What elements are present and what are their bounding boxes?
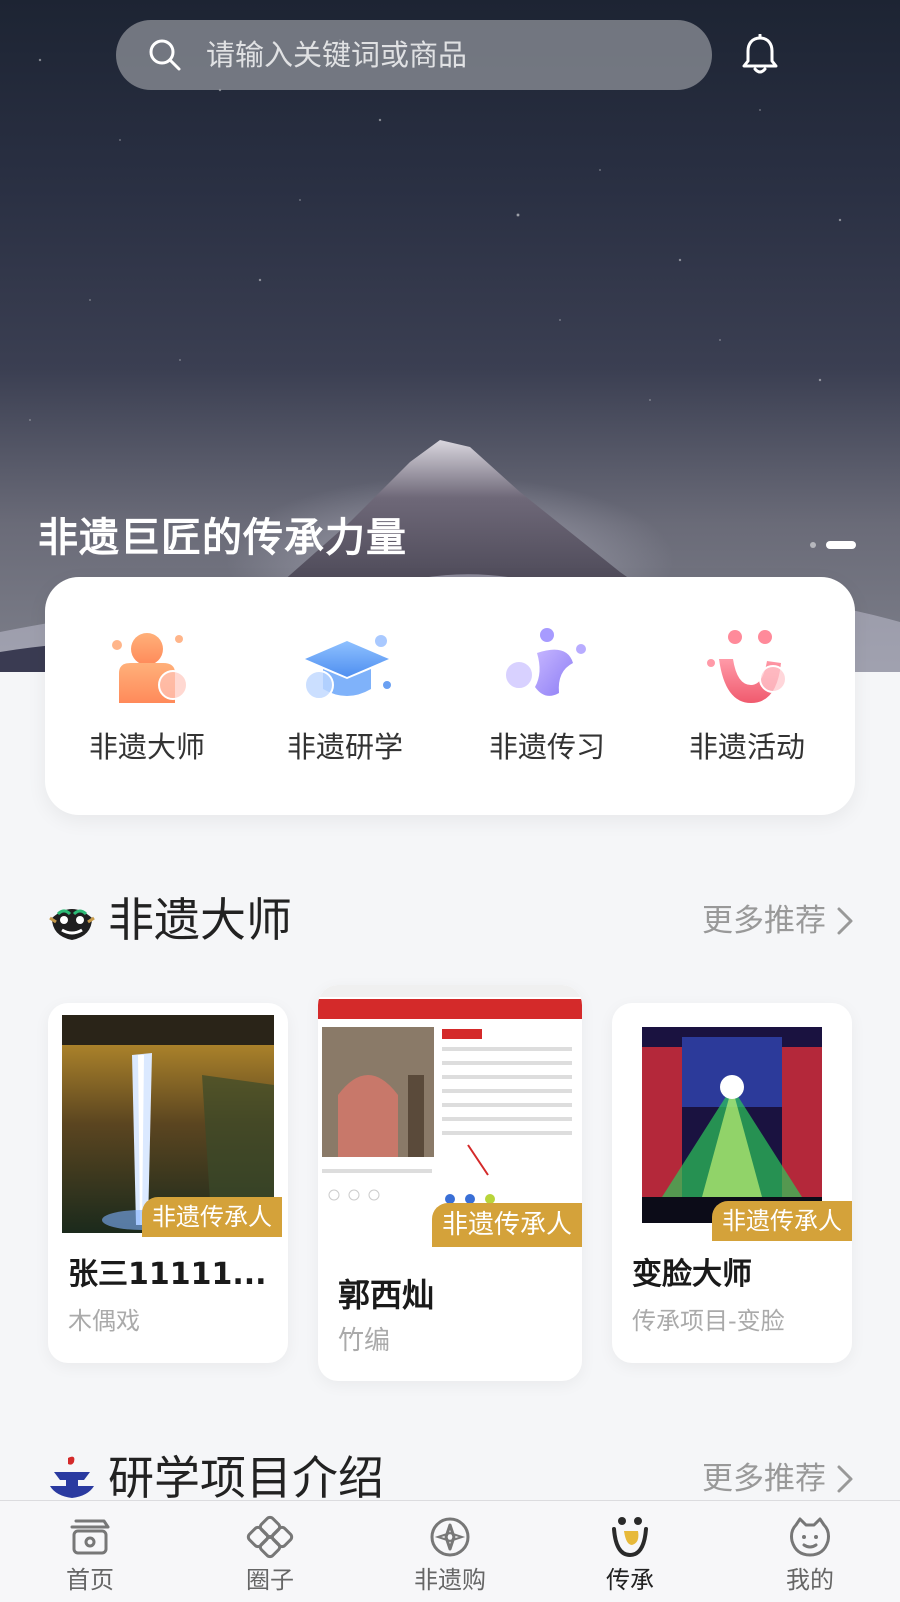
hero-title: 非遗巨匠的传承力量 <box>38 515 407 561</box>
master-card[interactable]: 非遗传承人 郭西灿 竹编 <box>318 985 582 1381</box>
more-link[interactable]: 更多推荐 <box>702 902 856 940</box>
tab-label: 我的 <box>786 1566 834 1594</box>
carousel-dot-active[interactable] <box>826 541 856 549</box>
profile-icon <box>790 1517 830 1557</box>
master-card[interactable]: 非遗传承人 张三11111... 木偶戏 <box>48 1003 288 1363</box>
quick-nav-label: 非遗传习 <box>488 730 605 764</box>
more-link[interactable]: 更多推荐 <box>702 1460 856 1498</box>
tab-label: 非遗购 <box>414 1566 486 1594</box>
activity-icon <box>707 630 787 703</box>
inheritor-badge: 非遗传承人 <box>431 1203 582 1247</box>
chevron-right-icon <box>837 1465 853 1493</box>
tab-shop[interactable]: 非遗购 <box>390 1515 510 1595</box>
tab-label: 圈子 <box>246 1566 294 1594</box>
bell-icon[interactable] <box>740 34 780 76</box>
masters-section-header: 非遗大师 更多推荐 <box>48 888 856 952</box>
search-icon <box>149 39 181 71</box>
quick-nav-practice[interactable]: 非遗传习 <box>457 623 637 783</box>
practice-icon <box>504 628 586 696</box>
mask-icon <box>49 909 95 940</box>
circle-knot-icon <box>246 1515 294 1559</box>
quick-nav-master[interactable]: 非遗大师 <box>57 623 237 783</box>
study-icon <box>50 1456 94 1498</box>
graduation-cap-icon <box>304 635 391 700</box>
master-project: 木偶戏 <box>68 1307 140 1335</box>
quick-nav-study[interactable]: 非遗研学 <box>255 623 435 783</box>
tab-inherit[interactable]: 传承 <box>570 1515 690 1595</box>
quick-nav-activity[interactable]: 非遗活动 <box>657 623 837 783</box>
section-title: 非遗大师 <box>108 893 292 947</box>
inheritor-badge: 非遗传承人 <box>712 1201 852 1241</box>
master-project: 竹编 <box>338 1326 391 1356</box>
search-input[interactable]: 请输入关键词或商品 <box>206 38 467 72</box>
bottom-tab-bar: 首页 圈子 非遗购 传承 我的 <box>0 1500 900 1602</box>
tab-home[interactable]: 首页 <box>30 1515 150 1595</box>
tab-circle[interactable]: 圈子 <box>210 1515 330 1595</box>
master-photo <box>642 1027 822 1223</box>
search-bar[interactable]: 请输入关键词或商品 <box>116 20 712 90</box>
tab-profile[interactable]: 我的 <box>750 1515 870 1595</box>
tab-label: 传承 <box>606 1566 654 1594</box>
more-label: 更多推荐 <box>702 903 826 939</box>
stage-image <box>642 1027 822 1223</box>
inheritor-badge: 非遗传承人 <box>142 1197 282 1237</box>
quick-nav-label: 非遗研学 <box>286 730 403 764</box>
master-icon <box>112 633 188 703</box>
carousel-dot[interactable] <box>810 542 816 548</box>
master-name: 郭西灿 <box>338 1276 435 1314</box>
master-project: 传承项目-变脸 <box>632 1307 785 1335</box>
carousel-indicator <box>810 541 856 549</box>
home-icon <box>70 1519 110 1555</box>
more-label: 更多推荐 <box>702 1461 826 1497</box>
hero-banner[interactable]: 请输入关键词或商品 非遗巨匠的传承力量 <box>0 0 900 672</box>
master-card[interactable]: 非遗传承人 变脸大师 传承项目-变脸 <box>612 1003 852 1363</box>
quick-nav-label: 非遗活动 <box>688 730 805 764</box>
chevron-right-icon <box>837 907 853 935</box>
master-name: 张三11111... <box>68 1257 267 1292</box>
quick-nav-label: 非遗大师 <box>88 730 205 764</box>
tab-label: 首页 <box>66 1566 114 1594</box>
compass-icon <box>430 1517 470 1557</box>
master-name: 变脸大师 <box>632 1257 752 1292</box>
inherit-icon <box>612 1517 648 1558</box>
quick-nav-card: 非遗大师 非遗研学 非遗传习 非遗活动 <box>45 577 855 815</box>
